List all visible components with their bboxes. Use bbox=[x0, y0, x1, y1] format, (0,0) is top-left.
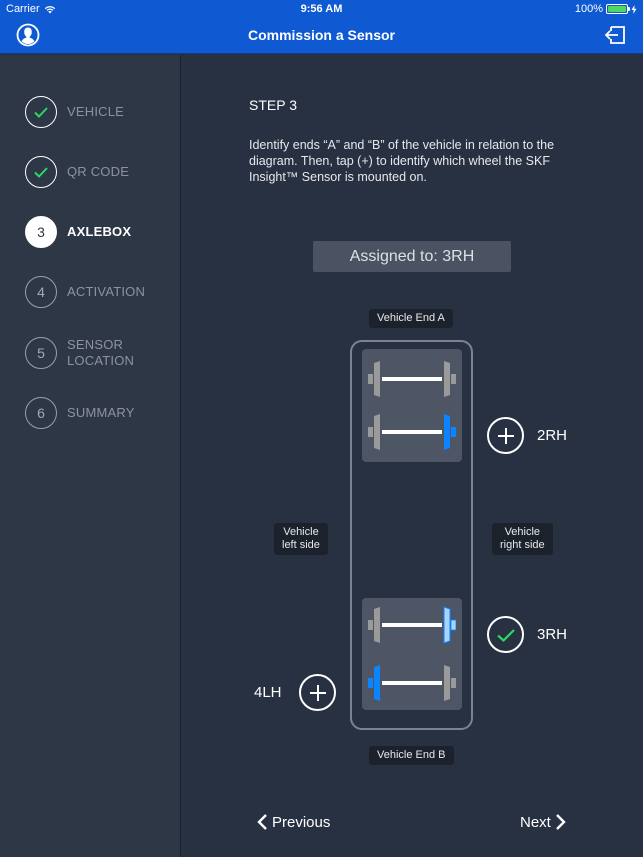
wheel-label-4lh: 4LH bbox=[254, 684, 282, 701]
step-title: STEP 3 bbox=[249, 97, 297, 113]
page-title: Commission a Sensor bbox=[247, 27, 396, 43]
logout-icon bbox=[604, 26, 625, 44]
step-axlebox[interactable]: 3 AXLEBOX bbox=[25, 216, 131, 248]
previous-button[interactable]: Previous bbox=[257, 813, 330, 831]
navigation-bar: Commission a Sensor bbox=[0, 18, 643, 54]
wheel-4lh-highlight bbox=[374, 665, 380, 701]
checkmark-icon bbox=[34, 107, 48, 118]
vehicle-outline bbox=[350, 340, 473, 730]
chevron-left-icon bbox=[257, 814, 267, 830]
clock: 9:56 AM bbox=[300, 3, 343, 15]
wheel-label-3rh: 3RH bbox=[537, 626, 568, 643]
step-number: 6 bbox=[25, 397, 57, 429]
vehicle-end-b-label: Vehicle End B bbox=[369, 746, 454, 765]
step-sensor-location[interactable]: 5 SENSOR LOCATION bbox=[25, 337, 147, 369]
logout-button[interactable] bbox=[603, 24, 627, 46]
assigned-badge: Assigned to: 3RH bbox=[313, 241, 511, 272]
step-activation[interactable]: 4 ACTIVATION bbox=[25, 276, 145, 308]
step-number: 3 bbox=[25, 216, 57, 248]
axle-1 bbox=[368, 361, 456, 397]
axle-3 bbox=[368, 606, 456, 644]
wheel-label-2rh: 2RH bbox=[537, 427, 568, 444]
step-number: 4 bbox=[25, 276, 57, 308]
battery-icon bbox=[606, 4, 630, 14]
step-label: ACTIVATION bbox=[67, 284, 146, 299]
main-content: STEP 3 Identify ends “A” and “B” of the … bbox=[182, 55, 643, 857]
charging-bolt-icon bbox=[631, 4, 637, 14]
previous-label: Previous bbox=[272, 813, 331, 831]
assigned-wheel-3rh-button[interactable] bbox=[487, 616, 524, 653]
step-label: QR CODE bbox=[67, 164, 130, 179]
checkmark-icon bbox=[34, 167, 48, 178]
vehicle-right-side-label: Vehicle right side bbox=[492, 523, 553, 555]
vehicle-left-side-label: Vehicle left side bbox=[274, 523, 328, 555]
left-side-text: Vehicle left side bbox=[282, 526, 320, 551]
checkmark-icon bbox=[496, 628, 515, 642]
add-wheel-2rh-button[interactable] bbox=[487, 417, 524, 454]
bogie-end-b bbox=[362, 598, 462, 710]
step-status-circle bbox=[25, 96, 57, 128]
chevron-right-icon bbox=[555, 814, 566, 830]
plus-icon bbox=[309, 684, 326, 701]
vehicle-end-a-label: Vehicle End A bbox=[369, 309, 453, 328]
step-number: 5 bbox=[25, 337, 57, 369]
add-wheel-4lh-button[interactable] bbox=[299, 674, 336, 711]
axle-2 bbox=[368, 414, 456, 450]
step-vehicle[interactable]: VEHICLE bbox=[25, 96, 124, 128]
right-side-text: Vehicle right side bbox=[500, 526, 545, 551]
next-button[interactable]: Next bbox=[520, 813, 566, 831]
status-bar: Carrier 9:56 AM 100% bbox=[0, 0, 643, 18]
step-qr-code[interactable]: QR CODE bbox=[25, 156, 129, 188]
step-status-circle bbox=[25, 156, 57, 188]
step-label: SUMMARY bbox=[67, 405, 135, 420]
axle-4 bbox=[368, 665, 456, 701]
steps-sidebar: VEHICLE QR CODE 3 AXLEBOX 4 ACTIVATION 5… bbox=[0, 55, 181, 857]
next-label: Next bbox=[520, 813, 551, 831]
instructions-text: Identify ends “A” and “B” of the vehicle… bbox=[249, 138, 555, 184]
battery-indicator: 100% bbox=[575, 3, 637, 15]
wheel-3rh-selected bbox=[443, 606, 451, 644]
step-label: AXLEBOX bbox=[67, 224, 132, 239]
step-label: VEHICLE bbox=[67, 104, 125, 119]
plus-icon bbox=[497, 427, 514, 444]
wheel-2rh-highlight bbox=[444, 414, 450, 450]
step-summary[interactable]: 6 SUMMARY bbox=[25, 397, 135, 429]
battery-percent: 100% bbox=[574, 3, 603, 15]
bogie-end-a bbox=[362, 349, 462, 462]
step-label: SENSOR LOCATION bbox=[67, 337, 135, 368]
